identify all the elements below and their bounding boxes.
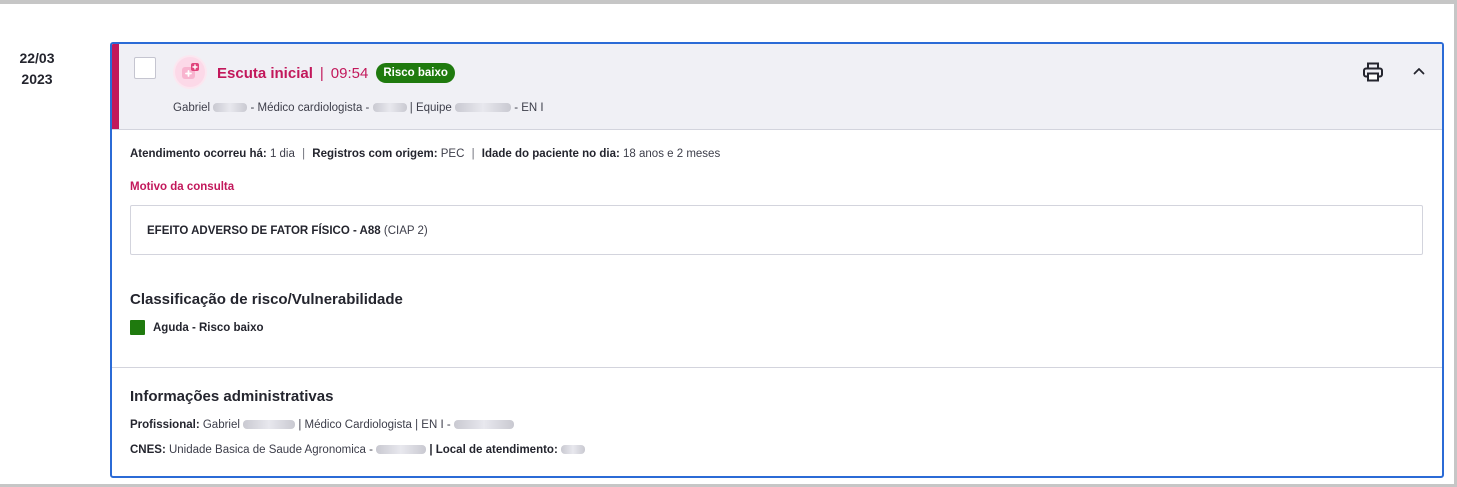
attendance-info: Atendimento ocorreu há: 1 dia | Registro… (130, 148, 720, 160)
printer-icon[interactable] (1362, 62, 1384, 82)
atendimento-value: 1 dia (269, 148, 295, 160)
redacted-text (213, 103, 248, 113)
risk-color-swatch (130, 320, 145, 335)
redacted-text (453, 420, 514, 430)
card-title: Escuta inicial (217, 64, 313, 82)
card-accent-bar (112, 44, 119, 129)
motivo-text: EFEITO ADVERSO DE FATOR FÍSICO - A88 (CI… (147, 225, 428, 237)
admin-cnes-line: CNES: Unidade Basica de Saude Agronomica… (130, 444, 585, 456)
separator: | (302, 148, 306, 160)
section-divider (112, 367, 1442, 368)
select-checkbox[interactable] (134, 57, 156, 79)
profissional-value: Gabriel (202, 419, 240, 431)
idade-value: 18 anos e 2 meses (623, 148, 721, 160)
chevron-up-icon[interactable] (1412, 64, 1426, 78)
admin-professional-line: Profissional: Gabriel | Médico Cardiolog… (130, 419, 514, 431)
risk-classification: Aguda - Risco baixo (130, 320, 264, 335)
title-separator: | (319, 64, 324, 82)
registros-label: Registros com origem: (312, 148, 438, 160)
separator: | (471, 148, 475, 160)
admin-section-title: Informações administrativas (130, 388, 334, 405)
motivo-code-system: (CIAP 2) (383, 225, 428, 237)
motivo-diagnosis: EFEITO ADVERSO DE FATOR FÍSICO - A88 (147, 225, 381, 237)
card-header[interactable]: Escuta inicial | 09:54 Risco baixo Gabri… (112, 44, 1442, 130)
redacted-text (372, 103, 407, 113)
local-label: | Local de atendimento: (429, 444, 558, 456)
card-time: 09:54 (330, 64, 369, 82)
subtitle-team-label: | Equipe (409, 102, 452, 114)
risk-badge: Risco baixo (376, 63, 455, 83)
attendance-card: Escuta inicial | 09:54 Risco baixo Gabri… (110, 42, 1444, 478)
redacted-text (561, 445, 585, 455)
redacted-text (454, 103, 511, 113)
card-subtitle: Gabriel - Médico cardiologista - | Equip… (173, 102, 544, 114)
motivo-label: Motivo da consulta (130, 181, 235, 193)
timeline-date: 22/03 2023 (14, 48, 60, 90)
page-frame: 22/03 2023 Escuta inicial | 09:54 Risco … (0, 0, 1457, 487)
subtitle-specialty: - Médico cardiologista - (250, 102, 370, 114)
redacted-text (376, 445, 427, 455)
card-title-row: Escuta inicial | 09:54 Risco baixo (217, 62, 455, 84)
registros-value: PEC (440, 148, 465, 160)
cnes-value: Unidade Basica de Saude Agronomica - (168, 444, 373, 456)
profissional-role: | Médico Cardiologista | EN I - (298, 419, 451, 431)
date-year: 2023 (21, 71, 53, 87)
motivo-box: EFEITO ADVERSO DE FATOR FÍSICO - A88 (CI… (130, 205, 1423, 255)
risk-value: Aguda - Risco baixo (153, 321, 264, 334)
date-day: 22/03 (19, 50, 55, 66)
consultation-icon (175, 57, 205, 87)
atendimento-label: Atendimento ocorreu há: (130, 148, 267, 160)
profissional-label: Profissional: (130, 419, 200, 431)
idade-label: Idade do paciente no dia: (481, 148, 620, 160)
subtitle-team-suffix: - EN I (514, 102, 544, 114)
risk-section-title: Classificação de risco/Vulnerabilidade (130, 291, 403, 308)
subtitle-professional: Gabriel (173, 102, 211, 114)
cnes-label: CNES: (130, 444, 166, 456)
redacted-text (243, 420, 296, 430)
